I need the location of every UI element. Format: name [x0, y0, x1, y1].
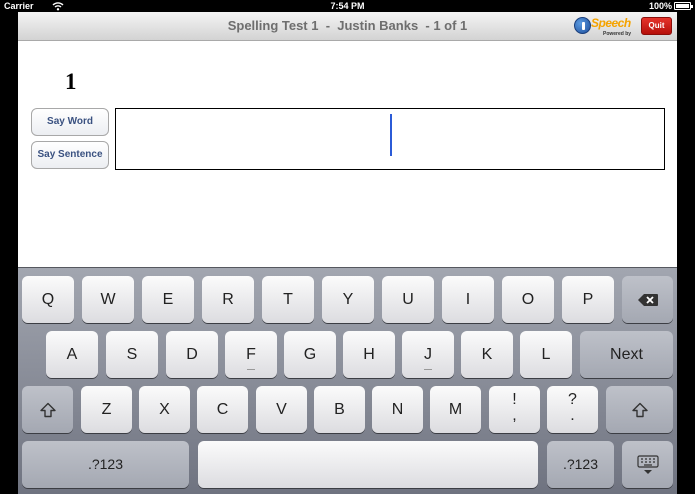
key-w[interactable]: W: [82, 276, 134, 323]
key-y[interactable]: Y: [322, 276, 374, 323]
key-k[interactable]: K: [461, 331, 513, 378]
delete-key[interactable]: [622, 276, 673, 323]
status-bar: Carrier 7:54 PM 100%: [0, 0, 695, 12]
key-c[interactable]: C: [197, 386, 248, 433]
battery-percent: 100%: [648, 1, 672, 11]
key-x[interactable]: X: [139, 386, 190, 433]
say-sentence-button[interactable]: Say Sentence: [31, 141, 109, 169]
numbers-key-left[interactable]: .?123: [22, 441, 189, 488]
key-h[interactable]: H: [343, 331, 395, 378]
next-key[interactable]: Next: [580, 331, 673, 378]
key-a[interactable]: A: [46, 331, 98, 378]
key-s[interactable]: S: [106, 331, 158, 378]
key-comma-label: ,: [512, 407, 517, 424]
ispeech-logo: Speech Powered by: [574, 15, 636, 39]
key-f-label: F: [246, 346, 256, 363]
key-r[interactable]: R: [202, 276, 254, 323]
key-v[interactable]: V: [256, 386, 307, 433]
clock: 7:54 PM: [330, 1, 365, 11]
word-number: 1: [65, 69, 77, 94]
home-row-marker: [247, 369, 255, 370]
shift-icon: [631, 402, 648, 417]
key-n[interactable]: N: [372, 386, 423, 433]
key-g[interactable]: G: [284, 331, 336, 378]
key-z[interactable]: Z: [81, 386, 132, 433]
delete-icon: [637, 293, 658, 306]
brand-name: Speech: [591, 16, 631, 30]
key-exclamation-comma[interactable]: !,: [489, 386, 540, 433]
home-row-marker: [424, 369, 432, 370]
quit-button[interactable]: Quit: [641, 17, 672, 35]
keyboard-dismiss-icon: [636, 454, 659, 474]
key-m[interactable]: M: [430, 386, 481, 433]
key-u[interactable]: U: [382, 276, 434, 323]
dismiss-keyboard-key[interactable]: [622, 441, 673, 488]
navigation-bar: Spelling Test 1 - Justin Banks - 1 of 1 …: [18, 12, 677, 41]
key-e[interactable]: E: [142, 276, 194, 323]
answer-input[interactable]: [115, 108, 665, 170]
say-word-button[interactable]: Say Word: [31, 108, 109, 136]
shift-key-left[interactable]: [22, 386, 73, 433]
key-i[interactable]: I: [442, 276, 494, 323]
shift-key-right[interactable]: [606, 386, 673, 433]
on-screen-keyboard: Q W E R T Y U I O P A S D F G H J K L Ne…: [18, 267, 677, 494]
key-f[interactable]: F: [225, 331, 277, 378]
battery-icon: [674, 2, 693, 10]
key-question-period[interactable]: ?.: [547, 386, 598, 433]
key-t[interactable]: T: [262, 276, 314, 323]
key-exclamation-label: !: [512, 391, 517, 408]
numbers-key-right[interactable]: .?123: [547, 441, 614, 488]
app-window: Spelling Test 1 - Justin Banks - 1 of 1 …: [18, 12, 677, 494]
brand-tagline: Powered by: [603, 31, 632, 37]
key-q[interactable]: Q: [22, 276, 74, 323]
key-b[interactable]: B: [314, 386, 365, 433]
shift-icon: [39, 402, 56, 417]
key-period-label: .: [570, 407, 575, 424]
key-j[interactable]: J: [402, 331, 454, 378]
text-cursor: [390, 114, 392, 156]
key-p[interactable]: P: [562, 276, 614, 323]
key-j-label: J: [424, 346, 432, 363]
key-d[interactable]: D: [166, 331, 218, 378]
space-bar[interactable]: [198, 441, 538, 488]
key-o[interactable]: O: [502, 276, 554, 323]
key-question-label: ?: [568, 391, 577, 408]
key-l[interactable]: L: [520, 331, 572, 378]
speech-logo-icon: [574, 17, 591, 34]
